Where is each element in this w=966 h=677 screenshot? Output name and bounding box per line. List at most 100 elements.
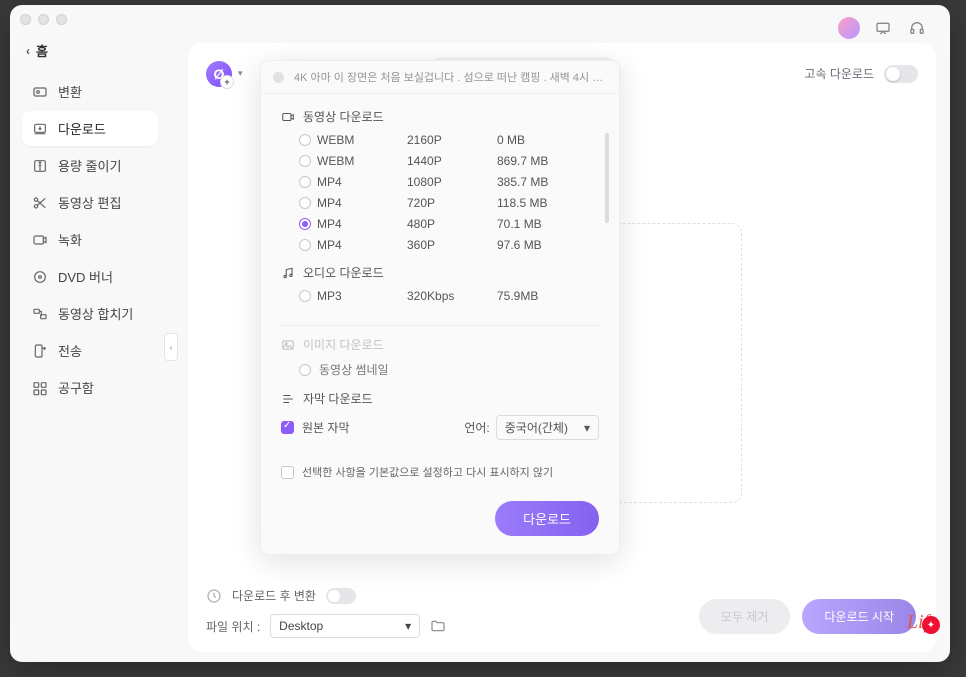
format-size: 869.7 MB	[497, 154, 599, 168]
format-resolution: 360P	[407, 238, 497, 252]
sidebar-item-label: 용량 줄이기	[58, 156, 121, 175]
format-radio[interactable]	[299, 239, 311, 251]
modal-footer: 다운로드	[281, 481, 599, 536]
original-subtitle-label: 원본 자막	[302, 419, 350, 436]
fast-download-toggle[interactable]	[884, 65, 918, 83]
sidebar-item-merge[interactable]: 동영상 합치기	[22, 296, 158, 331]
video-icon	[281, 110, 295, 124]
set-default-row: 선택한 사항을 기본값으로 설정하고 다시 표시하지 않기	[281, 464, 599, 480]
sidebar-collapse-button[interactable]: ‹	[164, 333, 178, 361]
sidebar-item-label: 변환	[58, 82, 82, 101]
format-resolution: 720P	[407, 196, 497, 210]
file-location-label: 파일 위치 :	[206, 618, 260, 635]
format-radio[interactable]	[299, 218, 311, 230]
format-size: 0 MB	[497, 133, 599, 147]
convert-after-toggle[interactable]	[326, 588, 356, 604]
format-row[interactable]: MP3320Kbps75.9MB	[299, 289, 599, 303]
format-row[interactable]: MP4480P70.1 MB	[299, 217, 599, 231]
remove-all-button[interactable]: 모두 제거	[699, 599, 791, 634]
action-buttons: 모두 제거 다운로드 시작	[699, 599, 916, 634]
video-download-section: 동영상 다운로드 WEBM2160P0 MBWEBM1440P869.7 MBM…	[281, 108, 599, 252]
chevron-left-icon: ‹	[26, 44, 30, 58]
close-window-icon[interactable]	[20, 14, 31, 25]
set-default-label: 선택한 사항을 기본값으로 설정하고 다시 표시하지 않기	[302, 464, 553, 480]
language-select[interactable]: 중국어(간체) ▾	[496, 415, 599, 440]
maximize-window-icon[interactable]	[56, 14, 67, 25]
thumbnail-radio[interactable]	[299, 364, 311, 376]
sidebar-item-record[interactable]: 녹화	[22, 222, 158, 257]
open-folder-button[interactable]	[430, 618, 446, 634]
image-icon	[281, 338, 295, 352]
scrollbar[interactable]	[605, 133, 609, 223]
clock-icon	[206, 588, 222, 604]
format-name: MP4	[317, 175, 407, 189]
sidebar-item-label: DVD 버너	[58, 267, 113, 286]
titlebar	[10, 5, 950, 33]
format-size: 97.6 MB	[497, 238, 599, 252]
sidebar-item-transfer[interactable]: 전송	[22, 333, 158, 368]
format-name: WEBM	[317, 154, 407, 168]
format-name: WEBM	[317, 133, 407, 147]
format-row[interactable]: MP4360P97.6 MB	[299, 238, 599, 252]
audio-section-label: 오디오 다운로드	[303, 264, 384, 281]
format-row[interactable]: WEBM1440P869.7 MB	[299, 154, 599, 168]
transfer-icon	[32, 343, 48, 359]
sidebar-home[interactable]: ‹ 홈	[22, 33, 158, 74]
original-subtitle-checkbox[interactable]	[281, 421, 294, 434]
sidebar-item-dvd[interactable]: DVD 버너	[22, 259, 158, 294]
format-size: 385.7 MB	[497, 175, 599, 189]
format-radio[interactable]	[299, 197, 311, 209]
headset-icon[interactable]	[906, 17, 928, 39]
thumbnail-option[interactable]: 동영상 썸네일	[281, 361, 599, 378]
merge-icon	[32, 306, 48, 322]
format-size: 70.1 MB	[497, 217, 599, 231]
minimize-window-icon[interactable]	[38, 14, 49, 25]
format-row[interactable]: MP41080P385.7 MB	[299, 175, 599, 189]
format-radio[interactable]	[299, 176, 311, 188]
avatar-icon[interactable]	[838, 17, 860, 39]
compress-icon	[32, 158, 48, 174]
sidebar-item-label: 공구함	[58, 378, 94, 397]
subtitle-icon	[281, 392, 295, 406]
format-resolution: 480P	[407, 217, 497, 231]
format-radio[interactable]	[299, 290, 311, 302]
format-row[interactable]: WEBM2160P0 MB	[299, 133, 599, 147]
video-section-label: 동영상 다운로드	[303, 108, 384, 125]
chevron-down-icon[interactable]: ▾	[238, 68, 243, 79]
sidebar-item-download[interactable]: 다운로드	[22, 111, 158, 146]
modal-title: 4K 아마 이 장면은 처음 보실겁니다 . 섬으로 떠난 캠핑 . 새벽 4시…	[294, 69, 607, 85]
format-resolution: 1440P	[407, 154, 497, 168]
sidebar-item-compress[interactable]: 용량 줄이기	[22, 148, 158, 183]
file-location-value: Desktop	[279, 619, 323, 633]
format-size: 118.5 MB	[497, 196, 599, 210]
format-row[interactable]: MP4720P118.5 MB	[299, 196, 599, 210]
chevron-down-icon: ▾	[584, 421, 590, 435]
format-radio[interactable]	[299, 134, 311, 146]
convert-after-label: 다운로드 후 변환	[232, 587, 316, 604]
subtitle-section-label: 자막 다운로드	[303, 390, 373, 407]
modal-close-button[interactable]	[273, 72, 284, 83]
download-icon	[32, 121, 48, 137]
chat-icon[interactable]	[872, 17, 894, 39]
start-all-button[interactable]: 다운로드 시작	[802, 599, 916, 634]
sidebar: ‹ 홈 변환 다운로드 용량 줄이기 동영상 편집 녹화	[10, 33, 170, 662]
download-button[interactable]: 다운로드	[495, 501, 599, 536]
header-icons	[838, 17, 928, 39]
audio-section-header: 오디오 다운로드	[281, 264, 599, 281]
file-location-select[interactable]: Desktop ▾	[270, 614, 420, 638]
image-section-label: 이미지 다운로드	[303, 336, 384, 353]
format-radio[interactable]	[299, 155, 311, 167]
disc-icon	[32, 269, 48, 285]
sidebar-item-convert[interactable]: 변환	[22, 74, 158, 109]
set-default-checkbox[interactable]	[281, 466, 294, 479]
add-task-button[interactable]: Ø	[206, 61, 232, 87]
language-label: 언어:	[464, 419, 489, 436]
format-size: 75.9MB	[497, 289, 599, 303]
sidebar-item-toolbox[interactable]: 공구함	[22, 370, 158, 405]
format-resolution: 320Kbps	[407, 289, 497, 303]
sidebar-item-label: 전송	[58, 341, 82, 360]
image-download-section: 이미지 다운로드 동영상 썸네일	[281, 336, 599, 378]
video-section-header: 동영상 다운로드	[281, 108, 599, 125]
sidebar-item-edit[interactable]: 동영상 편집	[22, 185, 158, 220]
image-section-header: 이미지 다운로드	[281, 336, 599, 353]
